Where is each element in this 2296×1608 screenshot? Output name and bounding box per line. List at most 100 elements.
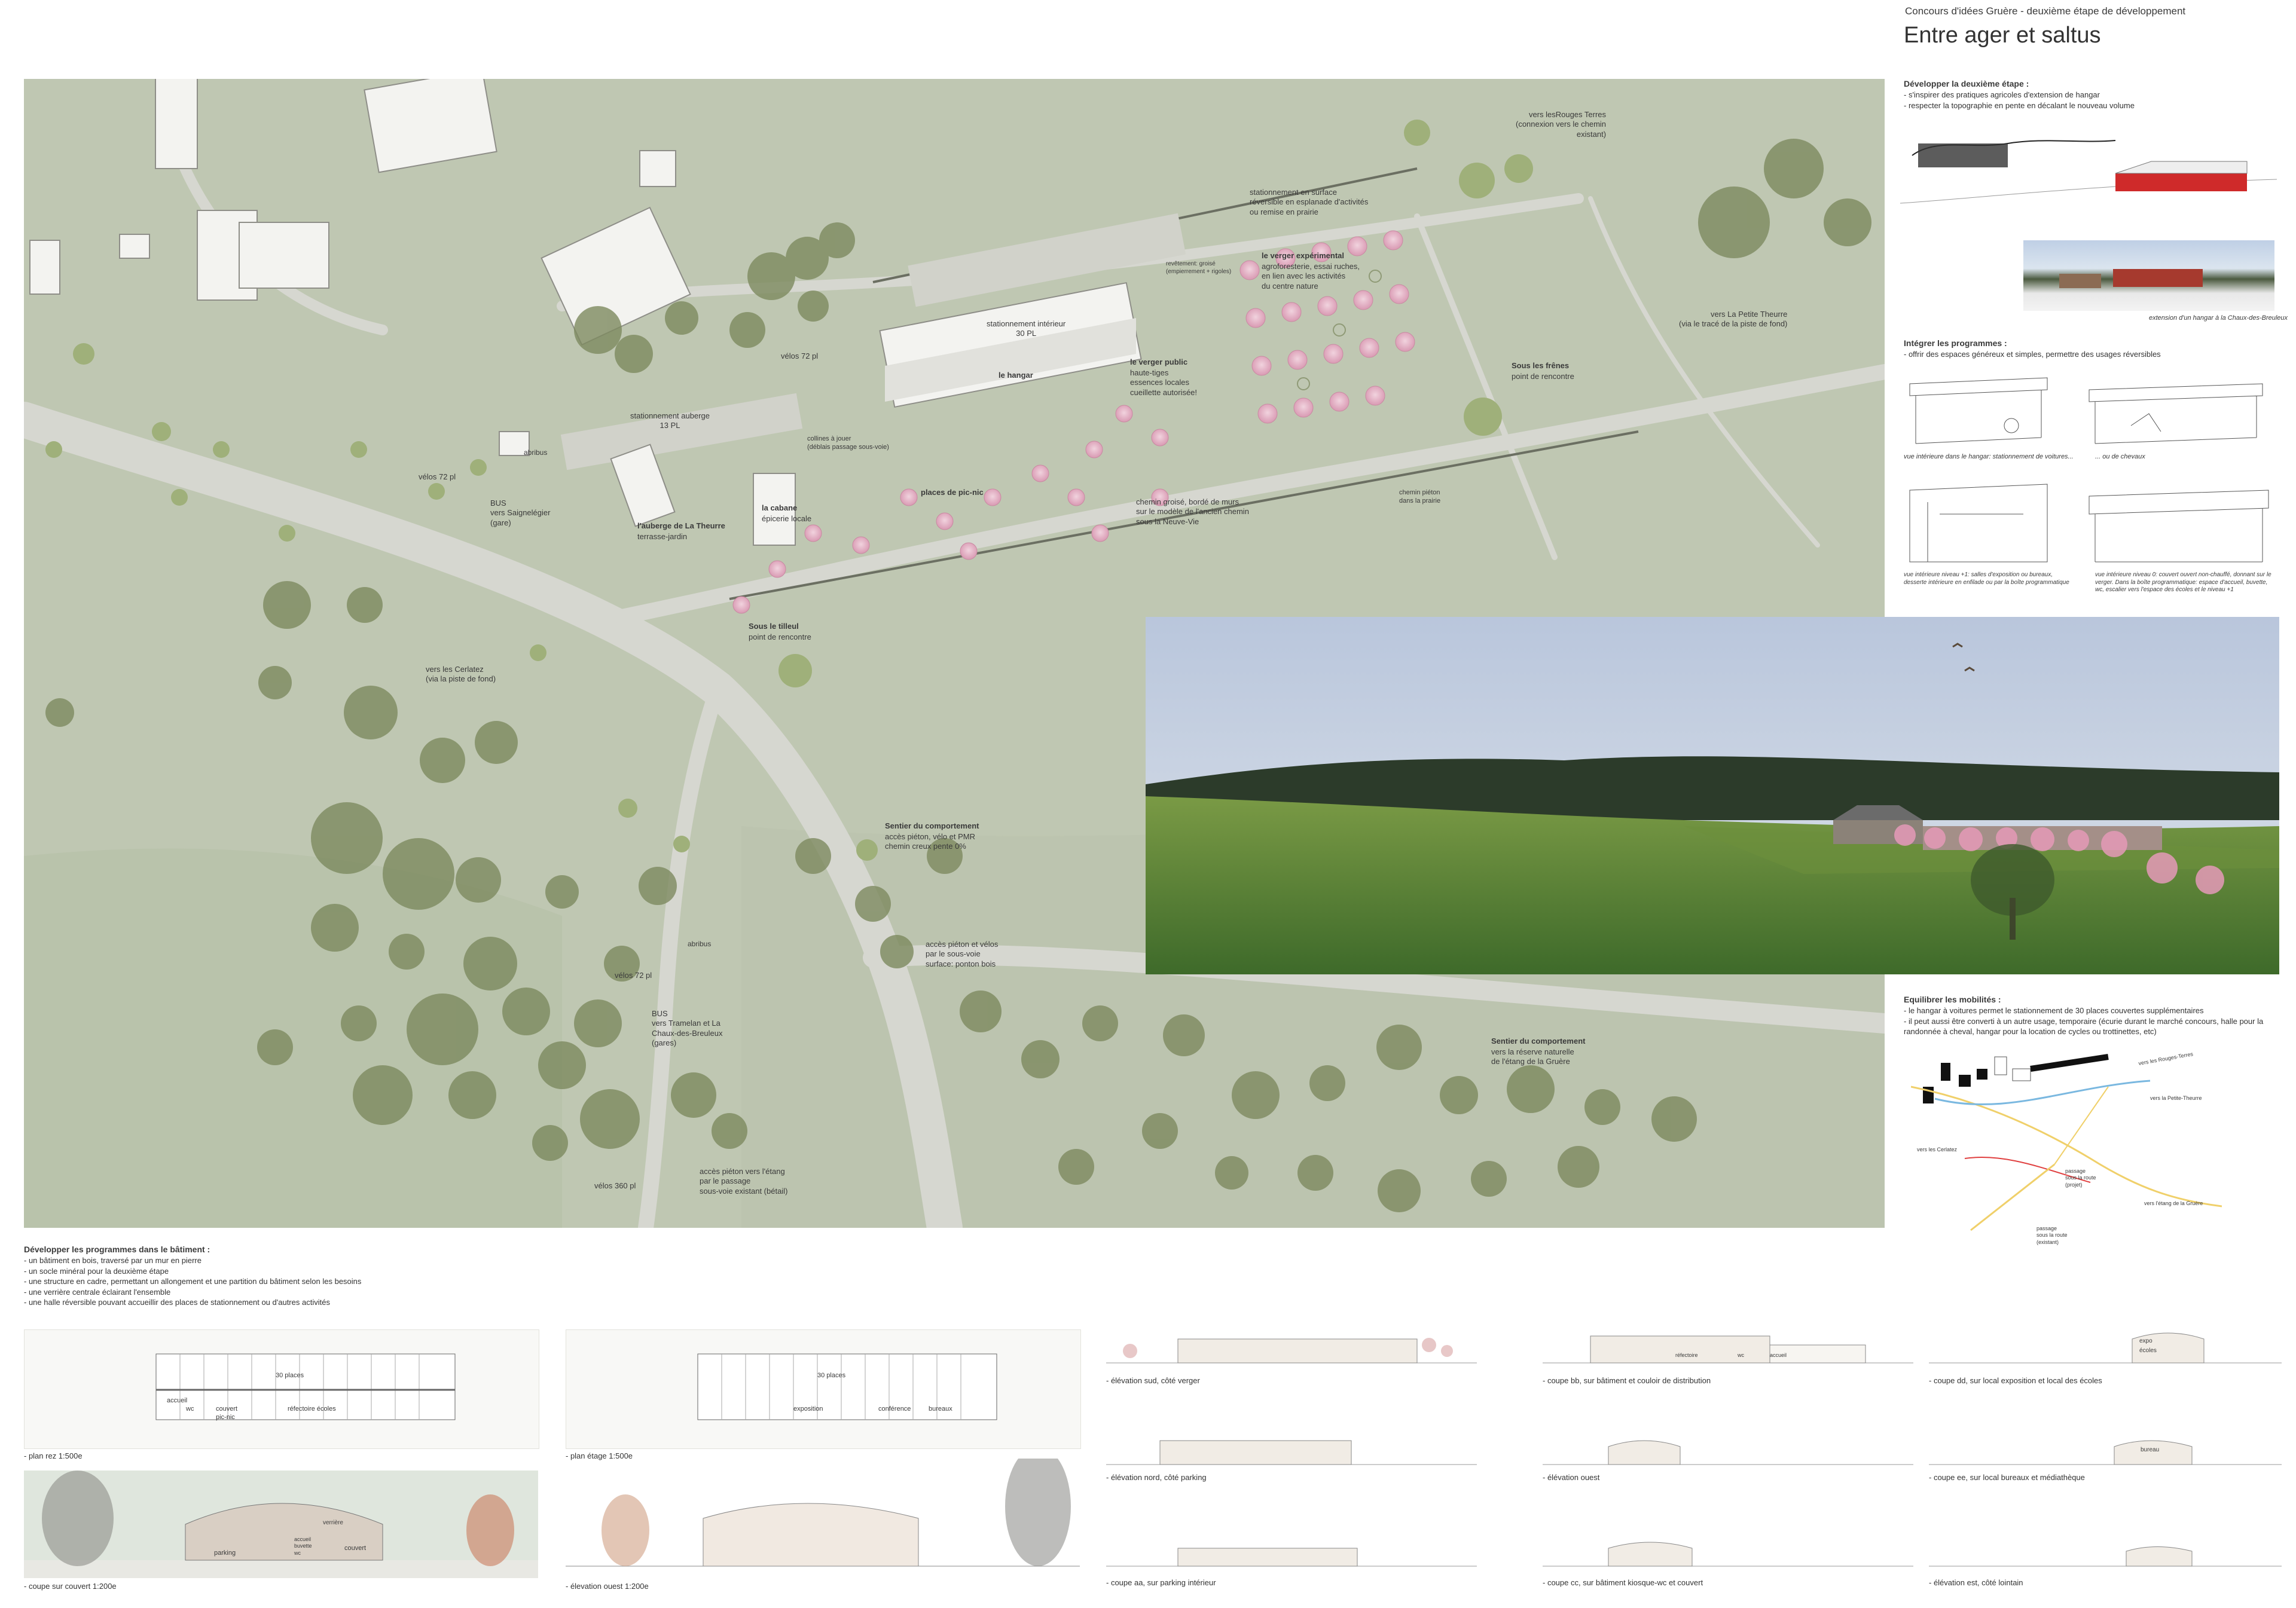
label-chemin-groise: chemin groisé, bordé de murs sur le modè… (1136, 497, 1249, 526)
dev-list: - s'inspirer des pratiques agricoles d'e… (1904, 90, 2274, 111)
coupe-bb-drawing: réfectoire wc accueil (1543, 1303, 1913, 1369)
caption-coupe-couvert: - coupe sur couvert 1:200e (24, 1582, 117, 1591)
bottom-dev-item: - une structure en cadre, permettant un … (24, 1277, 362, 1286)
bottom-dev-item: - un socle minéral pour la deuxième étap… (24, 1266, 169, 1276)
etage-bureaux: bureaux (929, 1405, 952, 1413)
header-kicker: Concours d'idées Gruère - deuxième étape… (1905, 5, 2186, 17)
mini-cerlatez: vers les Cerlatez (1917, 1147, 1958, 1152)
rez-wc: wc (186, 1405, 194, 1413)
mini-passage-1: passage sous la route (projet) (2065, 1168, 2096, 1188)
bb-refectoire: réfectoire (1675, 1352, 1698, 1358)
bottom-dev-item: - une halle réversible pouvant accueilli… (24, 1298, 330, 1307)
label-chemin-pieton: chemin piéton dans la prairie (1399, 489, 1441, 505)
label-collines: collines à jouer (déblais passage sous-v… (807, 435, 889, 451)
text-verger-experimental: agroforesterie, essai ruches, en lien av… (1262, 262, 1360, 291)
sketch4-caption: vue intérieure niveau 0: couvert ouvert … (2095, 571, 2271, 593)
mini-gruere: vers l'étang de la Gruère (2144, 1200, 2203, 1206)
dev-title: Développer la deuxième étape : (1904, 79, 2029, 88)
integrer-title: Intégrer les programmes : (1904, 338, 2007, 348)
rez-couvert: couvert pic-nic (216, 1405, 238, 1421)
caption-elevation-nord: - élévation nord, côté parking (1106, 1473, 1207, 1482)
text-sentier-1: accès piéton, vélo et PMR chemin creux p… (885, 832, 976, 851)
equilibrer-title: Equilibrer les mobilités : (1904, 995, 2001, 1004)
label-sentier-2: Sentier du comportement (1491, 1037, 1586, 1045)
label-hangar: le hangar (999, 371, 1033, 380)
label-tilleul: Sous le tilleul (749, 622, 799, 631)
elevation-est-drawing (1929, 1506, 2282, 1572)
label-acces-pieton: accès piéton et vélos par le sous-voie s… (926, 940, 999, 968)
coupe-couvert-label: couvert (344, 1545, 367, 1552)
rez-refectoire: réfectoire écoles (288, 1405, 336, 1413)
label-velos-left: vélos 72 pl (419, 472, 456, 481)
caption-elevation-ouest-200: - élevation ouest 1:200e (566, 1582, 649, 1591)
sketch1-caption: vue intérieure dans le hangar: stationne… (1904, 453, 2074, 460)
dev-item: - respecter la topographie en pente en d… (1904, 100, 2135, 110)
label-abribus-top: abribus (524, 448, 548, 457)
integrer-list: - offrir des espaces généreux et simples… (1904, 349, 2274, 360)
mini-petite: vers la Petite-Theurre (2150, 1095, 2202, 1101)
label-bus-tramelan: BUS vers Tramelan et La Chaux-des-Breule… (652, 1009, 723, 1047)
elevation-nord-drawing (1106, 1405, 1477, 1471)
sketch-interior-2 (2083, 366, 2274, 450)
sketch-interior-4 (2083, 478, 2274, 568)
label-auberge: l'auberge de La Theurre (637, 521, 725, 530)
hangar-sketch (1900, 120, 2277, 215)
bb-wc: wc (1738, 1352, 1744, 1358)
label-cerlatez: vers les Cerlatez (via la piste de fond) (426, 665, 496, 684)
mini-passage-2: passage sous la route (existant) (2037, 1225, 2068, 1245)
rez-places: 30 places (276, 1372, 304, 1379)
caption-coupe-bb: - coupe bb, sur bâtiment et couloir de d… (1543, 1376, 1711, 1385)
dd-ecoles: écoles (2139, 1347, 2157, 1354)
label-petite-theurre: vers La Petite Theurre (via le tracé de … (1679, 310, 1788, 329)
coupe-aa-drawing (1106, 1506, 1477, 1572)
coupe-dd-drawing: expo écoles (1929, 1303, 2282, 1369)
dev-item: - s'inspirer des pratiques agricoles d'e… (1904, 90, 2100, 99)
photo-hangar (2023, 240, 2274, 311)
label-velos-top: vélos 72 pl (781, 351, 819, 360)
ee-bureau: bureau (2141, 1447, 2160, 1453)
coupe-cc-drawing (1543, 1506, 1913, 1572)
text-sentier-2: vers la réserve naturelle de l'étang de … (1491, 1047, 1574, 1066)
mobility-diagram: vers les Rouges-Terres vers la Petite-Th… (1910, 1051, 2222, 1248)
bb-accueil: accueil (1770, 1352, 1787, 1358)
sketch-interior-3 (1904, 478, 2053, 568)
bottom-dev-title: Développer les programmes dans le bâtime… (24, 1245, 210, 1254)
label-rouges-terres: vers lesRouges Terres (connexion vers le… (1516, 110, 1607, 139)
elevation-ouest-drawing (1543, 1405, 1913, 1471)
bottom-dev-item: - un bâtiment en bois, traversé par un m… (24, 1256, 201, 1265)
label-stationnement-interieur: stationnement intérieur 30 PL (987, 319, 1066, 338)
coupe-couvert-drawing: verrière parking accueil buvette wc couv… (24, 1471, 538, 1578)
caption-coupe-aa: - coupe aa, sur parking intérieur (1106, 1578, 1216, 1587)
photo-building (2113, 269, 2203, 287)
label-velos-low: vélos 72 pl (615, 971, 652, 980)
label-sentier-1: Sentier du comportement (885, 821, 979, 830)
equilibrer-list: - le hangar à voitures permet le station… (1904, 1005, 2274, 1037)
dd-expo: expo (2139, 1338, 2152, 1344)
caption-coupe-cc: - coupe cc, sur bâtiment kiosque-wc et c… (1543, 1578, 1703, 1587)
coupe-ee-drawing: bureau (1929, 1405, 2282, 1471)
label-verger-experimental: le verger expérimental (1262, 251, 1345, 260)
label-revetement: revêtement: groisé (empierrement + rigol… (1166, 261, 1232, 275)
equilibrer-item: - le hangar à voitures permet le station… (1904, 1006, 2204, 1015)
equilibrer-item: - il peut aussi être converti à un autre… (1904, 1016, 2264, 1037)
caption-elevation-sud: - élévation sud, côté verger (1106, 1376, 1200, 1385)
label-verger-public: le verger public (1130, 357, 1188, 366)
etage-places: 30 places (817, 1372, 846, 1379)
caption-plan-rez: - plan rez 1:500e (24, 1451, 83, 1460)
coupe-parking: parking (214, 1549, 236, 1557)
label-velos-360: vélos 360 pl (594, 1181, 636, 1190)
rez-accueil: accueil (167, 1397, 188, 1404)
caption-elevation-ouest: - élévation ouest (1543, 1473, 1600, 1482)
label-cabane: la cabane (762, 503, 798, 512)
sketch-interior-1 (1904, 366, 2053, 450)
label-stationnement-auberge: stationnement auberge 13 PL (630, 411, 710, 430)
perspective-view (1146, 617, 2279, 974)
coupe-verriere: verrière (323, 1520, 343, 1526)
label-picnic: places de pic-nic (921, 488, 984, 497)
label-stationnement-surface: stationnement en surface réversible en e… (1250, 188, 1369, 216)
elevation-sud-drawing (1106, 1303, 1477, 1369)
text-verger-public: haute-tiges essences locales cueillette … (1130, 368, 1198, 397)
text-tilleul: point de rencontre (749, 632, 811, 641)
bottom-dev-list: - un bâtiment en bois, traversé par un m… (24, 1255, 562, 1308)
bottom-dev-item: - une verrière centrale éclairant l'ense… (24, 1287, 171, 1297)
